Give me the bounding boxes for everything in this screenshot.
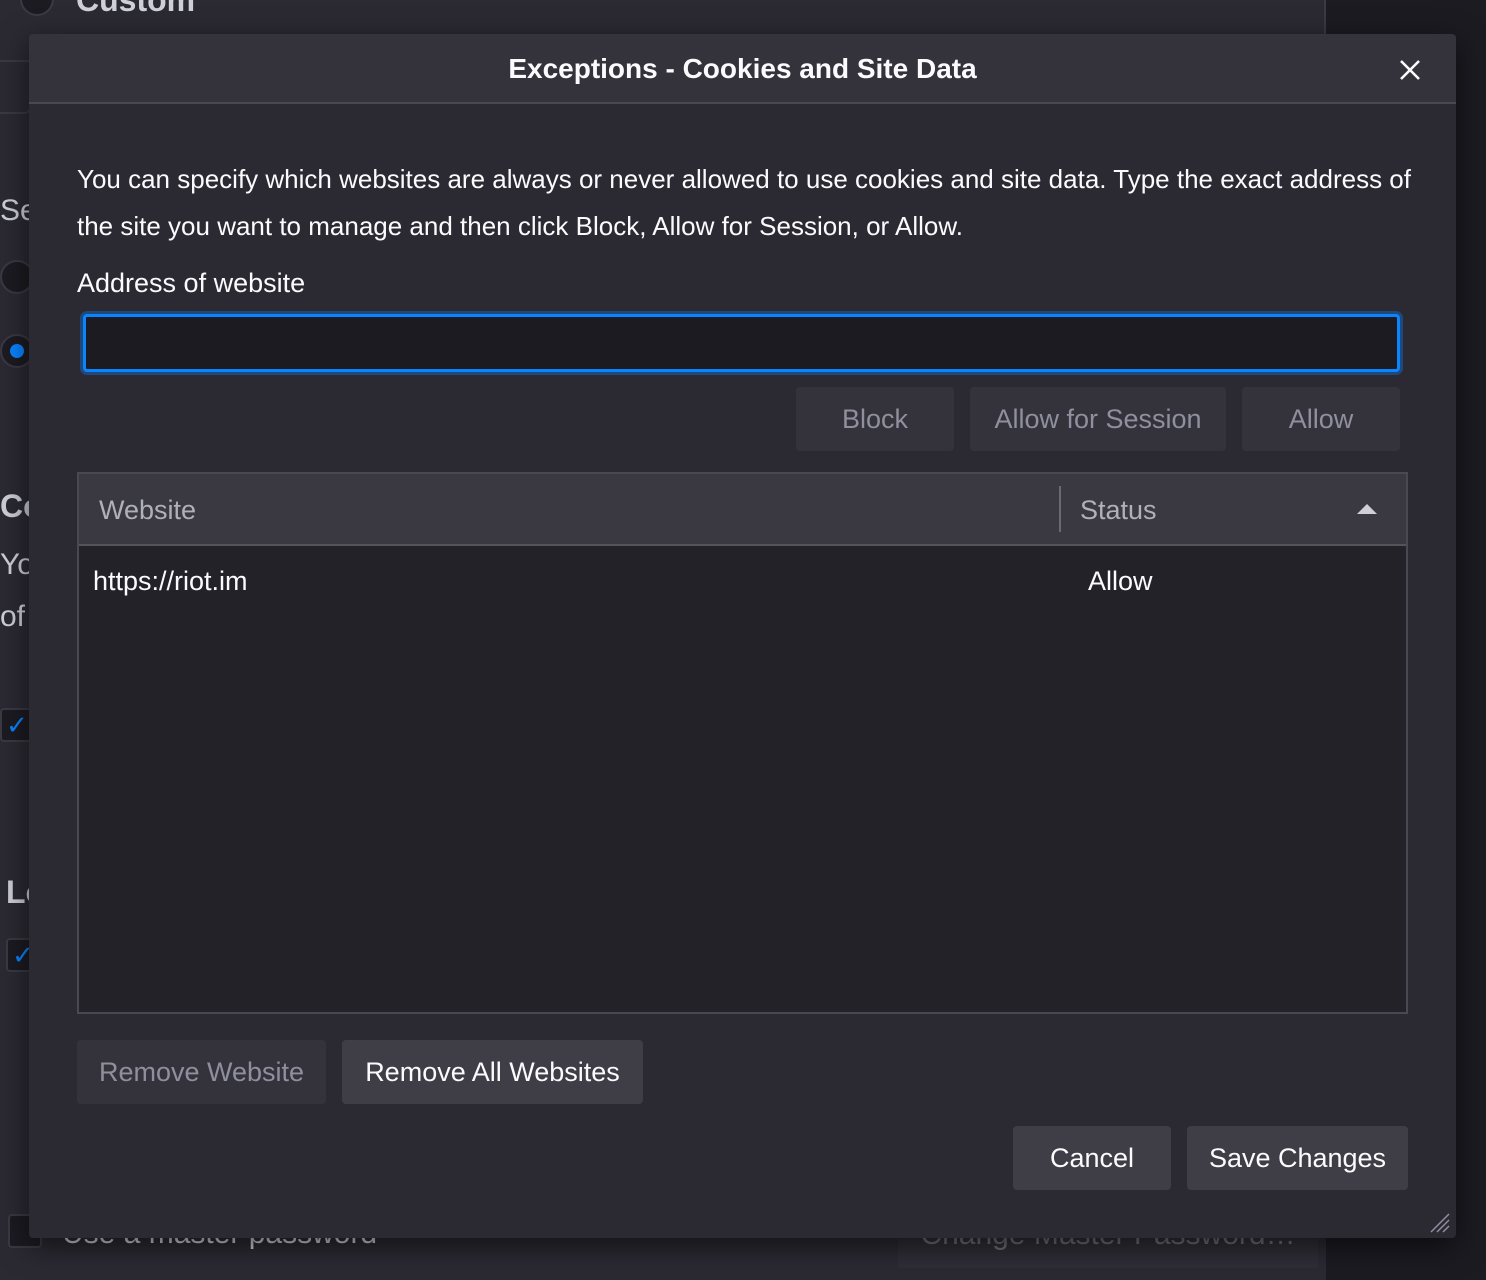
- resize-grip-icon[interactable]: [1427, 1210, 1451, 1234]
- close-icon: [1400, 60, 1420, 80]
- column-separator[interactable]: [1059, 486, 1061, 532]
- remove-website-button[interactable]: Remove Website: [77, 1040, 326, 1104]
- exceptions-table: Website Status https://riot.im Allow: [77, 472, 1408, 1014]
- background-card-edge: [0, 60, 32, 114]
- custom-label: Custom: [76, 0, 196, 18]
- column-header-status[interactable]: Status: [1080, 474, 1157, 546]
- allow-button[interactable]: Allow: [1242, 387, 1400, 451]
- background-text-fragment-2: of: [0, 600, 26, 633]
- remove-all-websites-button[interactable]: Remove All Websites: [342, 1040, 643, 1104]
- dialog-description: You can specify which websites are alway…: [77, 164, 1411, 241]
- column-header-website[interactable]: Website: [99, 474, 196, 546]
- address-label: Address of website: [77, 268, 306, 298]
- close-button[interactable]: [1389, 49, 1431, 91]
- save-changes-button[interactable]: Save Changes: [1187, 1126, 1408, 1190]
- block-button[interactable]: Block: [796, 387, 954, 451]
- cancel-button[interactable]: Cancel: [1013, 1126, 1171, 1190]
- allow-for-session-button[interactable]: Allow for Session: [970, 387, 1226, 451]
- table-header: Website Status: [79, 474, 1406, 546]
- row-status: Allow: [1088, 566, 1153, 596]
- exceptions-dialog: Exceptions - Cookies and Site Data You c…: [29, 34, 1456, 1238]
- row-website: https://riot.im: [93, 566, 248, 596]
- address-input[interactable]: [83, 314, 1400, 372]
- sort-ascending-icon: [1357, 504, 1377, 514]
- dialog-header: Exceptions - Cookies and Site Data: [29, 34, 1456, 104]
- dialog-title: Exceptions - Cookies and Site Data: [508, 53, 977, 84]
